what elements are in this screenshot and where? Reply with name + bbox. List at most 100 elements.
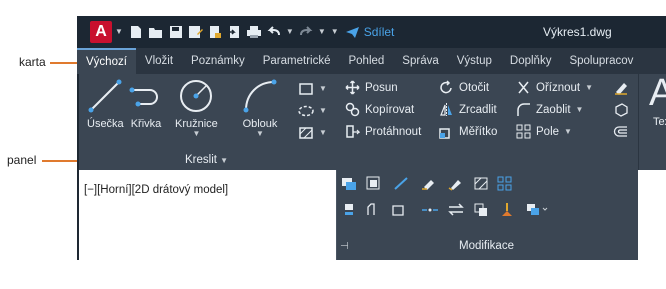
delete-duplicates-icon[interactable] xyxy=(499,202,515,217)
array-chevron-down-icon[interactable]: ▼ xyxy=(564,127,572,136)
plot-icon[interactable] xyxy=(246,25,262,39)
erase-tool-button[interactable] xyxy=(613,80,629,95)
join-icon[interactable] xyxy=(447,176,463,191)
stretch-label: Protáhnout xyxy=(365,125,422,138)
trim-label: Oříznout xyxy=(536,81,581,94)
move-tool-button[interactable]: Posun xyxy=(345,80,398,95)
explode-tool-button[interactable] xyxy=(613,102,629,117)
fillet-label: Zaoblit xyxy=(536,103,571,116)
rotate-label: Otočit xyxy=(459,81,490,94)
open-from-web-icon[interactable] xyxy=(208,25,222,39)
tab-doplnky[interactable]: Doplňky xyxy=(501,48,561,74)
tab-poznamky[interactable]: Poznámky xyxy=(182,48,254,74)
fillet-tool-button[interactable]: Zaoblit ▼ xyxy=(516,102,583,117)
array-tool-button[interactable]: Pole ▼ xyxy=(516,124,572,139)
rotate-tool-button[interactable]: Otočit xyxy=(439,80,489,95)
pin-icon[interactable]: ⊣ xyxy=(340,241,349,252)
draw-panel-title[interactable]: Kreslit ▼ xyxy=(185,154,228,166)
circle-tool-button[interactable]: Kružnice ▼ xyxy=(175,78,218,138)
modify-panel-flyout: ⊣ Modifikace xyxy=(336,170,638,260)
trim-icon xyxy=(518,81,529,94)
callout-panel: panel xyxy=(7,153,37,167)
array-label: Pole xyxy=(536,125,560,138)
mirror-label: Zrcadlit xyxy=(459,103,497,116)
share-button[interactable]: Sdílet xyxy=(345,25,394,39)
reverse-icon[interactable] xyxy=(391,202,407,217)
arc-chevron-down-icon[interactable]: ▼ xyxy=(256,130,264,138)
rectangle-chevron-down-icon[interactable]: ▼ xyxy=(319,85,327,93)
hatch-chevron-down-icon[interactable]: ▼ xyxy=(319,129,327,137)
swap-icon[interactable] xyxy=(447,202,465,217)
fillet-chevron-down-icon[interactable]: ▼ xyxy=(576,105,584,114)
rotate-icon xyxy=(440,80,452,94)
document-title: Výkres1.dwg xyxy=(543,25,612,39)
draw-panel-chevron-down-icon[interactable]: ▼ xyxy=(220,156,228,165)
line-icon xyxy=(88,79,122,113)
scale-tool-button[interactable]: Měřítko xyxy=(439,124,497,139)
line-tool-button[interactable]: Úsečka xyxy=(87,78,124,130)
save-icon[interactable] xyxy=(169,25,183,39)
ellipse-icon xyxy=(298,105,314,117)
ellipse-tool-button[interactable]: ▼ xyxy=(298,104,327,118)
tab-parametricke[interactable]: Parametrické xyxy=(254,48,340,74)
tab-vychozi[interactable]: Výchozí xyxy=(77,48,136,74)
text-tool-letter[interactable]: A xyxy=(649,72,666,115)
viewport-controls-label[interactable]: [−][Horní][2D drátový model] xyxy=(84,184,228,196)
edit-polyline-icon[interactable] xyxy=(525,202,549,217)
ribbon: Úsečka Křivka Kružnice ▼ Oblouk ▼ ▼ ▼ ▼ xyxy=(79,72,666,170)
open-folder-icon[interactable] xyxy=(148,25,164,39)
new-file-icon[interactable] xyxy=(129,25,143,39)
break-icon[interactable] xyxy=(421,176,437,191)
tab-vlozit[interactable]: Vložit xyxy=(136,48,182,74)
undo-icon[interactable] xyxy=(267,25,281,39)
mirror-icon xyxy=(440,103,452,116)
undo-chevron-down-icon[interactable]: ▼ xyxy=(286,28,294,36)
hatch-tool-button[interactable]: ▼ xyxy=(298,126,327,140)
chevron-down-icon[interactable]: ▼ xyxy=(115,28,123,36)
array-edit-icon[interactable] xyxy=(497,176,513,191)
redo-chevron-down-icon[interactable]: ▼ xyxy=(318,28,326,36)
stretch-tool-button[interactable]: Protáhnout xyxy=(345,124,421,139)
modify-panel-title: Modifikace xyxy=(459,240,514,252)
draw-panel-title-text: Kreslit xyxy=(185,154,217,166)
blend-curves-icon[interactable] xyxy=(421,202,439,217)
polyline-icon xyxy=(129,87,158,107)
chamfer-icon[interactable] xyxy=(366,202,382,217)
eraser-icon xyxy=(615,83,627,95)
polyline-tool-button[interactable]: Křivka xyxy=(128,78,164,130)
array-icon xyxy=(516,124,531,139)
trim-chevron-down-icon[interactable]: ▼ xyxy=(585,83,593,92)
copy-nested-icon[interactable] xyxy=(473,202,489,217)
tab-vystup[interactable]: Výstup xyxy=(448,48,501,74)
save-to-web-icon[interactable] xyxy=(227,25,241,39)
lengthen-icon[interactable] xyxy=(393,176,409,191)
explode-icon xyxy=(615,103,628,117)
tab-pohled[interactable]: Pohled xyxy=(339,48,393,74)
tab-sprava[interactable]: Správa xyxy=(393,48,447,74)
copy-icon xyxy=(345,102,360,117)
trim-tool-button[interactable]: Oříznout ▼ xyxy=(516,80,593,95)
mirror-tool-button[interactable]: Zrcadlit xyxy=(439,102,497,117)
title-bar: A ▼ ▼ ▼ ▼ Sdílet Výkres1.dwg xyxy=(77,16,666,48)
text-tool-label: Tex xyxy=(653,116,666,128)
callout-karta: karta xyxy=(19,55,46,69)
save-as-icon[interactable] xyxy=(188,25,203,39)
customize-qat-icon[interactable]: ▼ xyxy=(331,28,339,36)
quick-access-toolbar: ▼ ▼ ▼ xyxy=(129,25,339,39)
offset-tool-button[interactable] xyxy=(613,124,629,139)
copy-tool-button[interactable]: Kopírovat xyxy=(345,102,414,117)
application-menu-button[interactable]: A xyxy=(90,21,112,43)
text-to-front-icon[interactable] xyxy=(366,176,382,191)
rectangle-tool-button[interactable]: ▼ xyxy=(298,82,327,96)
align-icon[interactable] xyxy=(341,202,357,217)
tab-spoluprace[interactable]: Spolupracov xyxy=(560,48,642,74)
hatch-edit-icon[interactable] xyxy=(473,176,489,191)
offset-icon xyxy=(613,126,627,137)
autocad-window: A ▼ ▼ ▼ ▼ Sdílet Výkres1.dwg Výchozí Vlo… xyxy=(77,16,666,260)
move-label: Posun xyxy=(365,81,398,94)
draw-order-icon[interactable] xyxy=(341,176,357,191)
redo-icon[interactable] xyxy=(299,25,313,39)
arc-tool-button[interactable]: Oblouk ▼ xyxy=(242,78,278,138)
circle-chevron-down-icon[interactable]: ▼ xyxy=(192,130,200,138)
ellipse-chevron-down-icon[interactable]: ▼ xyxy=(319,107,327,115)
